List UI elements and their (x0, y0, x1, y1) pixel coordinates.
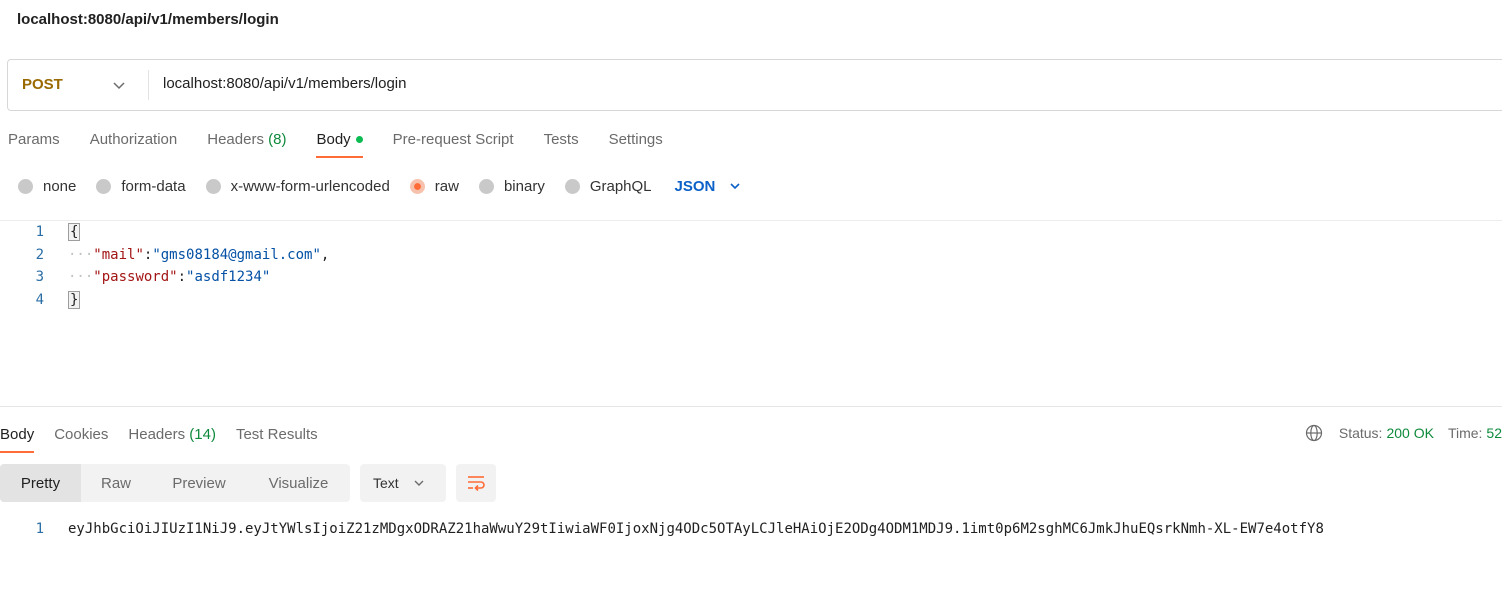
chevron-down-icon (414, 480, 424, 486)
radio-circle[interactable] (18, 178, 33, 194)
response-language-select[interactable]: Text (360, 464, 446, 502)
response-status: Status: 200 OK Time: 52 (1305, 424, 1502, 442)
language-label: Text (373, 475, 399, 491)
wrap-lines-button[interactable] (456, 464, 496, 502)
tab-label: Body (0, 426, 35, 443)
tab-label: Pre-request Script (392, 131, 514, 148)
radio-form-data[interactable]: form-data (96, 177, 186, 195)
response-tabs: Body Cookies Headers (14) Test Results (0, 424, 318, 453)
radio-circle[interactable] (478, 178, 494, 194)
tab-label: Authorization (89, 131, 178, 148)
radio-none[interactable]: none (18, 178, 76, 195)
tab-headers[interactable]: Headers (8) (207, 129, 286, 161)
view-mode-pretty[interactable]: Pretty (0, 464, 81, 502)
radio-circle[interactable] (96, 178, 112, 194)
comma: , (320, 247, 330, 263)
view-mode-visualize[interactable]: Visualize (247, 464, 350, 502)
tab-label: Headers (207, 131, 264, 148)
view-mode-preview[interactable]: Preview (151, 464, 247, 502)
colon: : (177, 269, 187, 285)
radio-label: x-www-form-urlencoded (230, 177, 390, 195)
radio-graphql[interactable]: GraphQL (564, 177, 652, 195)
editor-divider (0, 220, 1502, 221)
request-tabs: Params Authorization Headers (8) Body Pr… (8, 129, 663, 161)
line-number: 1 (35, 224, 44, 240)
headers-count: (8) (268, 131, 287, 148)
response-body-viewer[interactable]: 1 eyJhbGciOiJIUzI1NiJ9.eyJtYWlsIjoiZ21zM… (0, 519, 1502, 543)
time-label: Time: (1447, 425, 1483, 441)
radio-label: binary (503, 177, 545, 195)
line-number: 1 (35, 521, 44, 537)
json-value-password: "asdf1234" (186, 269, 271, 285)
radio-label: raw (434, 177, 459, 195)
body-type-selector: none form-data x-www-form-urlencoded raw… (18, 174, 741, 198)
body-indicator-dot (355, 135, 363, 143)
tab-cookies[interactable]: Cookies (54, 424, 108, 443)
method-select[interactable]: POST (22, 76, 63, 93)
status-label: Status: (1338, 425, 1383, 441)
line-number: 2 (35, 247, 44, 263)
status-value[interactable]: 200 OK (1386, 425, 1433, 441)
format-select[interactable]: JSON (675, 178, 742, 195)
tab-test-results[interactable]: Test Results (236, 424, 318, 443)
radio-x-www-form-urlencoded[interactable]: x-www-form-urlencoded (205, 177, 390, 195)
response-view-mode: Pretty Raw Preview Visualize (0, 464, 350, 502)
format-label: JSON (674, 177, 716, 195)
tab-pre-request-script[interactable]: Pre-request Script (393, 129, 514, 161)
code-line: ···"mail":"gms08184@gmail.com", (68, 247, 329, 263)
json-key-mail: "mail" (93, 247, 144, 263)
open-brace: { (68, 223, 81, 241)
line-number: 4 (35, 292, 44, 308)
indent-marker: ··· (68, 269, 94, 285)
tab-params[interactable]: Params (8, 129, 60, 161)
code-line: { (68, 223, 81, 241)
tab-label: Body (316, 131, 351, 148)
tab-authorization[interactable]: Authorization (90, 129, 178, 161)
globe-icon[interactable] (1305, 424, 1323, 442)
radio-label: GraphQL (589, 177, 652, 195)
tab-label: Cookies (54, 426, 109, 443)
json-value-mail: "gms08184@gmail.com" (152, 247, 321, 263)
line-number: 3 (35, 269, 44, 285)
url-bar: POST localhost:8080/api/v1/members/login (7, 59, 1502, 111)
tab-label: Params (8, 131, 60, 148)
url-input[interactable]: localhost:8080/api/v1/members/login (163, 75, 406, 92)
tab-response-headers[interactable]: Headers (14) (128, 424, 216, 443)
radio-circle-selected[interactable] (409, 178, 425, 194)
radio-circle[interactable] (564, 178, 580, 194)
tab-label: Tests (543, 131, 579, 148)
code-line: ···"password":"asdf1234" (68, 269, 270, 285)
wrap-lines-icon (468, 476, 485, 492)
radio-label: form-data (121, 177, 186, 195)
pane-splitter[interactable] (0, 406, 1502, 407)
code-line: } (68, 291, 81, 309)
request-body-editor[interactable]: 1 2 3 4 { ···"mail":"gms08184@gmail.com"… (0, 222, 1502, 402)
radio-label: none (43, 177, 77, 195)
tab-label: Headers (128, 426, 186, 443)
indent-marker: ··· (68, 247, 94, 263)
url-divider (148, 70, 149, 100)
view-mode-raw[interactable]: Raw (81, 464, 151, 502)
radio-binary[interactable]: binary (478, 177, 545, 195)
tab-body[interactable]: Body (316, 129, 363, 161)
tab-label: Settings (608, 131, 663, 148)
chevron-down-icon[interactable] (112, 78, 126, 92)
headers-count: (14) (189, 426, 216, 443)
tab-response-body[interactable]: Body (0, 424, 35, 453)
close-brace: } (68, 291, 81, 309)
radio-circle[interactable] (205, 178, 221, 194)
response-token: eyJhbGciOiJIUzI1NiJ9.eyJtYWlsIjoiZ21zMDg… (68, 521, 1324, 537)
chevron-down-icon (730, 183, 740, 190)
json-key-password: "password" (93, 269, 178, 285)
radio-raw[interactable]: raw (409, 177, 459, 195)
time-value[interactable]: 52 (1486, 425, 1502, 441)
request-title: localhost:8080/api/v1/members/login (17, 11, 279, 28)
tab-tests[interactable]: Tests (544, 129, 579, 161)
tab-label: Test Results (235, 426, 318, 443)
tab-settings[interactable]: Settings (609, 129, 663, 161)
